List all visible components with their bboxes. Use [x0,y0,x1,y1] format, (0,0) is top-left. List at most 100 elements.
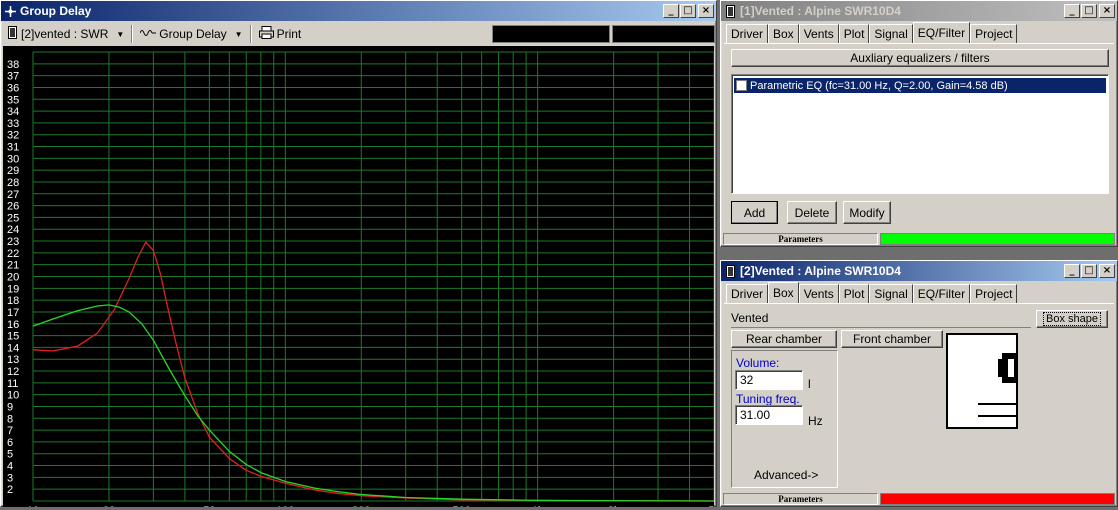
vented1-statusbar: Parameters [723,233,1115,245]
y-tick-label: 10 [7,390,19,402]
toolbar-separator [249,25,252,43]
y-tick-label: 35 [7,94,19,106]
maximize-button[interactable]: □ [680,4,696,18]
vented2-window: [2]Vented : Alpine SWR10D4 _ □ × Driver … [720,260,1118,507]
tab-plot[interactable]: Plot [838,284,870,303]
vented2-titlebar[interactable]: [2]Vented : Alpine SWR10D4 _ □ × [721,261,1117,281]
rear-chamber-button[interactable]: Rear chamber [731,330,837,348]
close-button[interactable]: × [1099,264,1115,278]
box-type-line [731,327,1031,328]
list-item-label: Parametric EQ (fc=31.00 Hz, Q=2.00, Gain… [750,79,1008,92]
volume-label: Volume: [736,356,780,370]
tab-eq-filter[interactable]: EQ/Filter [912,22,971,43]
readout-box-1 [492,25,610,43]
tab-project[interactable]: Project [970,24,1018,43]
vented1-titlebar[interactable]: [1]Vented : Alpine SWR10D4 _ □ × [721,1,1117,21]
readout-box-2 [612,25,715,43]
y-tick-label: 8 [7,413,13,425]
aux-equalizers-header[interactable]: Auxliary equalizers / filters [731,49,1109,67]
curve-dropdown[interactable]: [2]vented : SWR ▼ [3,24,129,44]
tab-eq-filter[interactable]: EQ/Filter [912,284,971,303]
close-icon: × [701,5,711,16]
delete-button[interactable]: Delete [787,201,837,224]
y-tick-label: 28 [7,177,19,189]
print-label: Print [276,27,302,41]
tab-plot[interactable]: Plot [838,24,870,43]
group-delay-titlebar[interactable]: Group Delay _ □ × [1,1,716,21]
y-tick-label: 2 [7,484,13,496]
front-chamber-button[interactable]: Front chamber [841,330,943,348]
minimize-button[interactable]: _ [1064,4,1080,18]
parameters-status-bar [880,493,1115,505]
tuning-freq-value: 31.00 [740,408,771,422]
tab-vents[interactable]: Vents [798,24,839,43]
tab-project[interactable]: Project [970,284,1018,303]
y-tick-label: 37 [7,71,19,83]
tab-driver[interactable]: Driver [726,284,768,303]
y-tick-label: 21 [7,260,19,272]
series-line-2 [32,304,715,502]
box-diagram [946,333,1018,429]
vented1-tabs: Driver Box Vents Plot Signal EQ/Filter P… [726,22,1018,43]
minimize-icon: _ [1069,5,1075,16]
box-type-label: Vented [731,311,769,325]
vented1-title: [1]Vented : Alpine SWR10D4 [740,4,901,18]
vented1-window: [1]Vented : Alpine SWR10D4 _ □ × Driver … [720,0,1118,247]
close-button[interactable]: × [1099,4,1115,18]
group-delay-plot[interactable]: 38 37 36 35 34 33 32 31 30 29 28 27 26 25 24 23 22 21 20 19… [3,46,720,510]
y-tick-label: 7 [7,425,13,437]
tuning-freq-input[interactable]: 31.00 [735,405,803,425]
box-shape-label: Box shape [1043,312,1101,326]
y-tick-label: 30 [7,153,19,165]
y-tick-label: 16 [7,319,19,331]
maximize-button[interactable]: □ [1081,4,1097,18]
eq-checkbox[interactable] [736,80,747,91]
y-tick-label: 14 [7,342,19,354]
list-item[interactable]: Parametric EQ (fc=31.00 Hz, Q=2.00, Gain… [734,78,1106,93]
modify-button[interactable]: Modify [843,201,891,224]
volume-input[interactable]: 32 [735,370,803,390]
mode-dropdown[interactable]: Group Delay ▼ [135,24,247,44]
tab-signal[interactable]: Signal [869,284,913,303]
y-tick-label: 6 [7,437,13,449]
minimize-button[interactable]: _ [663,4,679,18]
parameters-status-bar [880,233,1115,245]
tab-vents[interactable]: Vents [798,284,839,303]
eq-list[interactable]: Parametric EQ (fc=31.00 Hz, Q=2.00, Gain… [731,74,1109,194]
box-diagram-svg [978,353,1016,417]
parameters-label: Parameters [723,493,878,505]
tab-box[interactable]: Box [768,282,799,303]
box-shape-button[interactable]: Box shape [1036,310,1108,328]
y-tick-label: 15 [7,331,19,343]
tab-box[interactable]: Box [768,24,799,43]
vented2-title: [2]Vented : Alpine SWR10D4 [740,264,901,278]
y-tick-label: 22 [7,248,19,260]
toolbar-separator [131,25,134,43]
maximize-icon: □ [683,5,693,16]
close-button[interactable]: × [698,4,714,18]
y-tick-label: 25 [7,212,19,224]
y-tick-label: 24 [7,224,19,236]
advanced-link[interactable]: Advanced-> [754,468,818,482]
y-tick-label: 32 [7,130,19,142]
y-tick-label: 29 [7,165,19,177]
tab-driver[interactable]: Driver [726,24,768,43]
maximize-icon: □ [1084,265,1094,276]
tuning-freq-label: Tuning freq. [736,392,800,406]
speaker-icon [8,26,17,42]
tab-signal[interactable]: Signal [869,24,913,43]
y-tick-label: 31 [7,142,19,154]
minimize-icon: _ [1069,265,1075,276]
tuning-freq-unit: Hz [808,414,823,428]
y-tick-label: 27 [7,189,19,201]
minimize-icon: _ [668,5,674,16]
maximize-button[interactable]: □ [1081,264,1097,278]
print-button[interactable]: Print [254,24,307,44]
minimize-button[interactable]: _ [1064,264,1080,278]
group-delay-title: Group Delay [20,4,92,18]
add-button[interactable]: Add [731,201,778,224]
group-delay-chart: 3837363534333231302928272625242322212019… [7,51,720,510]
maximize-icon: □ [1084,5,1094,16]
y-tick-label: 9 [7,401,13,413]
close-icon: × [1102,265,1112,276]
